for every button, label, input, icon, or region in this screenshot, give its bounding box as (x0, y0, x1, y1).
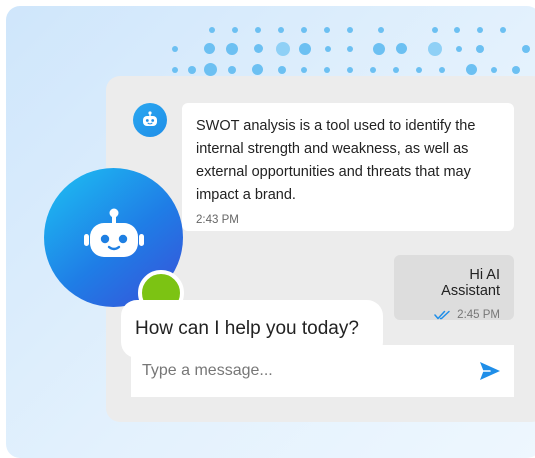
robot-icon (83, 208, 144, 257)
bot-message-text: SWOT analysis is a tool used to identify… (196, 118, 476, 203)
user-message-text: Hi AI Assistant (441, 267, 500, 299)
message-composer (131, 345, 514, 397)
user-message-meta: 2:45 PM (408, 309, 500, 321)
message-input[interactable] (140, 361, 476, 381)
send-icon (480, 362, 500, 380)
double-check-icon (434, 310, 450, 320)
user-message-bubble: Hi AI Assistant 2:45 PM (394, 255, 514, 321)
bot-message-time: 2:43 PM (196, 214, 239, 226)
bot-message-bubble: SWOT analysis is a tool used to identify… (182, 103, 514, 231)
assistant-prompt-text: How can I help you today? (135, 318, 359, 339)
robot-icon (143, 111, 157, 126)
user-message-time: 2:45 PM (457, 309, 500, 321)
bot-message-avatar (133, 103, 167, 137)
send-button[interactable] (476, 357, 504, 385)
